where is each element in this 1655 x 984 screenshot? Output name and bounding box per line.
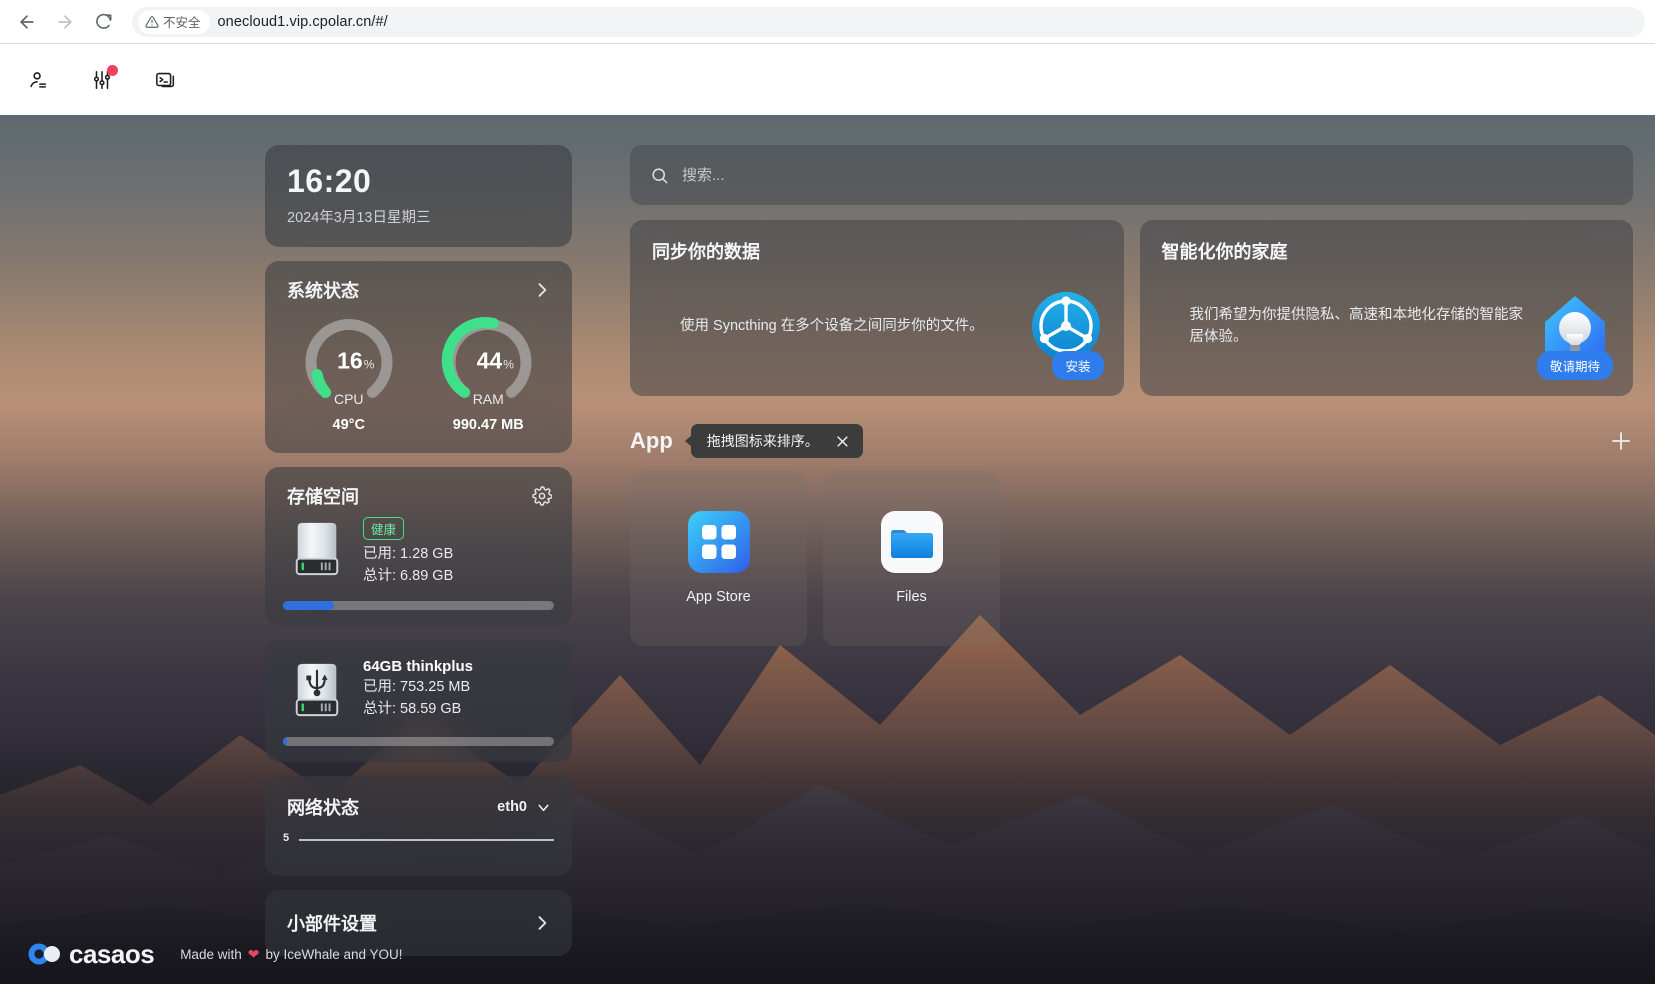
arrow-right-icon	[58, 14, 72, 29]
clock-widget: 16:20 2024年3月13日星期三	[265, 145, 572, 247]
made-with-suffix: by IceWhale and YOU!	[265, 946, 403, 962]
terminal-icon[interactable]	[144, 58, 188, 102]
casaos-brand-text: casaos	[69, 938, 155, 969]
made-with-prefix: Made with	[180, 946, 242, 962]
cpu-percent-unit: %	[363, 357, 375, 372]
reload-icon	[95, 13, 111, 29]
back-button[interactable]	[10, 5, 44, 39]
heart-icon: ❤	[247, 945, 260, 962]
usb-progress-track	[283, 737, 554, 747]
network-chart: 5	[277, 832, 560, 876]
casaos-logo: casaos	[28, 938, 155, 970]
account-icon[interactable]	[16, 58, 60, 102]
storage-progress-fill	[283, 601, 335, 611]
system-status-title: 系统状态	[287, 280, 359, 301]
usb-progress-fill	[283, 737, 287, 747]
search-bar[interactable]	[630, 145, 1633, 205]
storage-title: 存储空间	[287, 486, 359, 507]
tooltip-text: 拖拽图标来排序。	[706, 433, 819, 449]
gauge-row: 16 % CPU 49°C 44 % RAM 990.47 MB	[265, 309, 572, 453]
apps-heading: App	[630, 428, 673, 453]
forward-button[interactable]	[48, 5, 82, 39]
security-label: 不安全	[163, 16, 201, 30]
hard-drive-icon	[291, 517, 347, 582]
address-bar[interactable]: 不安全 onecloud1.vip.cpolar.cn/#/	[132, 6, 1645, 37]
files-folder-icon	[880, 511, 943, 573]
app-tile-appstore[interactable]: App Store	[630, 470, 807, 646]
promo-card-syncthing: 同步你的数据 使用 Syncthing 在多个设备之间同步你的文件。 安装	[630, 220, 1124, 396]
storage-health-badge: 健康	[363, 516, 405, 540]
search-icon	[650, 166, 669, 185]
clock-date: 2024年3月13日星期三	[287, 209, 431, 226]
cpu-gauge: 16 % CPU 49°C	[290, 313, 408, 433]
cpu-temperature: 49°C	[332, 416, 365, 433]
app-tile-label: Files	[896, 589, 927, 605]
usb-body: 64GB thinkplus 已用: 753.25 MB 总计: 58.59 G…	[265, 640, 572, 723]
clock-time: 16:20	[287, 163, 372, 199]
casaos-logo-icon	[28, 939, 62, 969]
storage-header: 存储空间	[265, 467, 572, 515]
promo-title: 智能化你的家庭	[1161, 242, 1288, 262]
warning-triangle-icon	[145, 15, 159, 28]
storage-progress-track	[283, 601, 554, 611]
main-column: 同步你的数据 使用 Syncthing 在多个设备之间同步你的文件。	[630, 145, 1633, 984]
promo-title: 同步你的数据	[652, 242, 760, 262]
widget-column: 16:20 2024年3月13日星期三 系统状态 16 % CPU 49°C 4…	[265, 145, 607, 984]
app-grid: App Store Files	[630, 470, 1633, 646]
network-axis-label: 5	[283, 832, 290, 845]
storage-body: 健康 已用: 1.28 GB 总计: 6.89 GB	[265, 515, 572, 588]
cpu-percent: 16	[337, 347, 363, 374]
browser-toolbar: 不安全 onecloud1.vip.cpolar.cn/#/	[0, 0, 1655, 43]
promo-text: 使用 Syncthing 在多个设备之间同步你的文件。	[680, 317, 984, 334]
gear-icon[interactable]	[532, 485, 552, 506]
ram-usage: 990.47 MB	[452, 416, 524, 433]
system-status-header: 系统状态	[265, 261, 572, 309]
promo-text: 我们希望为你提供隐私、高速和本地化存储的智能家居体验。	[1189, 306, 1524, 345]
usb-total: 总计: 58.59 GB	[363, 701, 462, 718]
notification-badge	[107, 64, 118, 76]
casaos-topbar	[0, 44, 1655, 115]
search-input[interactable]	[682, 166, 1613, 184]
app-tile-files[interactable]: Files	[823, 470, 1000, 646]
storage-used: 已用: 1.28 GB	[363, 545, 454, 562]
settings-sliders-icon[interactable]	[80, 58, 124, 102]
footer: casaos Made with ❤ by IceWhale and YOU!	[0, 923, 1655, 984]
network-status-widget: 网络状态 eth0 5	[265, 776, 572, 877]
close-icon[interactable]	[835, 434, 850, 449]
arrow-left-icon	[20, 14, 34, 29]
network-title: 网络状态	[287, 798, 359, 819]
security-indicator[interactable]: 不安全	[138, 9, 210, 34]
network-interface-value: eth0	[497, 799, 527, 816]
made-with-credit: Made with ❤ by IceWhale and YOU!	[180, 946, 402, 963]
url-text: onecloud1.vip.cpolar.cn/#/	[217, 13, 388, 30]
usb-storage-widget: 64GB thinkplus 已用: 753.25 MB 总计: 58.59 G…	[265, 640, 572, 763]
storage-total: 总计: 6.89 GB	[363, 567, 454, 584]
usb-name: 64GB thinkplus	[363, 658, 474, 676]
add-app-button[interactable]	[1609, 429, 1633, 453]
app-store-icon	[687, 511, 750, 573]
app-tile-label: App Store	[686, 589, 751, 605]
promo-comingsoon-button[interactable]: 敬请期待	[1536, 351, 1613, 380]
promo-card-smarthome: 智能化你的家庭 我们希望为你提供隐私、高速和本地化存储的智能家居体验。 敬请期待	[1139, 220, 1633, 396]
ram-percent-unit: %	[503, 357, 514, 372]
usb-used: 已用: 753.25 MB	[363, 679, 471, 696]
promo-cards: 同步你的数据 使用 Syncthing 在多个设备之间同步你的文件。 安装 智能…	[630, 220, 1633, 396]
network-interface-select[interactable]: eth0	[497, 799, 552, 816]
chevron-down-icon	[538, 804, 549, 811]
ram-gauge: 44 % RAM 990.47 MB	[429, 313, 547, 433]
reload-button[interactable]	[86, 5, 120, 39]
promo-install-button[interactable]: 安装	[1052, 351, 1104, 380]
network-header: 网络状态 eth0	[265, 776, 572, 820]
drag-hint-tooltip: 拖拽图标来排序。	[690, 424, 863, 458]
ram-percent: 44	[476, 347, 503, 374]
storage-widget: 存储空间 健康 已用: 1.28 GB 总计: 6.89 GB	[265, 466, 572, 627]
network-axis-line	[299, 839, 554, 841]
usb-drive-icon	[291, 658, 347, 723]
chevron-right-icon[interactable]	[532, 280, 552, 300]
apps-header: App 拖拽图标来排序。	[630, 424, 1633, 458]
system-status-widget[interactable]: 系统状态 16 % CPU 49°C 44 % RAM 990.47 MB	[265, 260, 572, 453]
casaos-desktop: 16:20 2024年3月13日星期三 系统状态 16 % CPU 49°C 4…	[0, 115, 1655, 984]
